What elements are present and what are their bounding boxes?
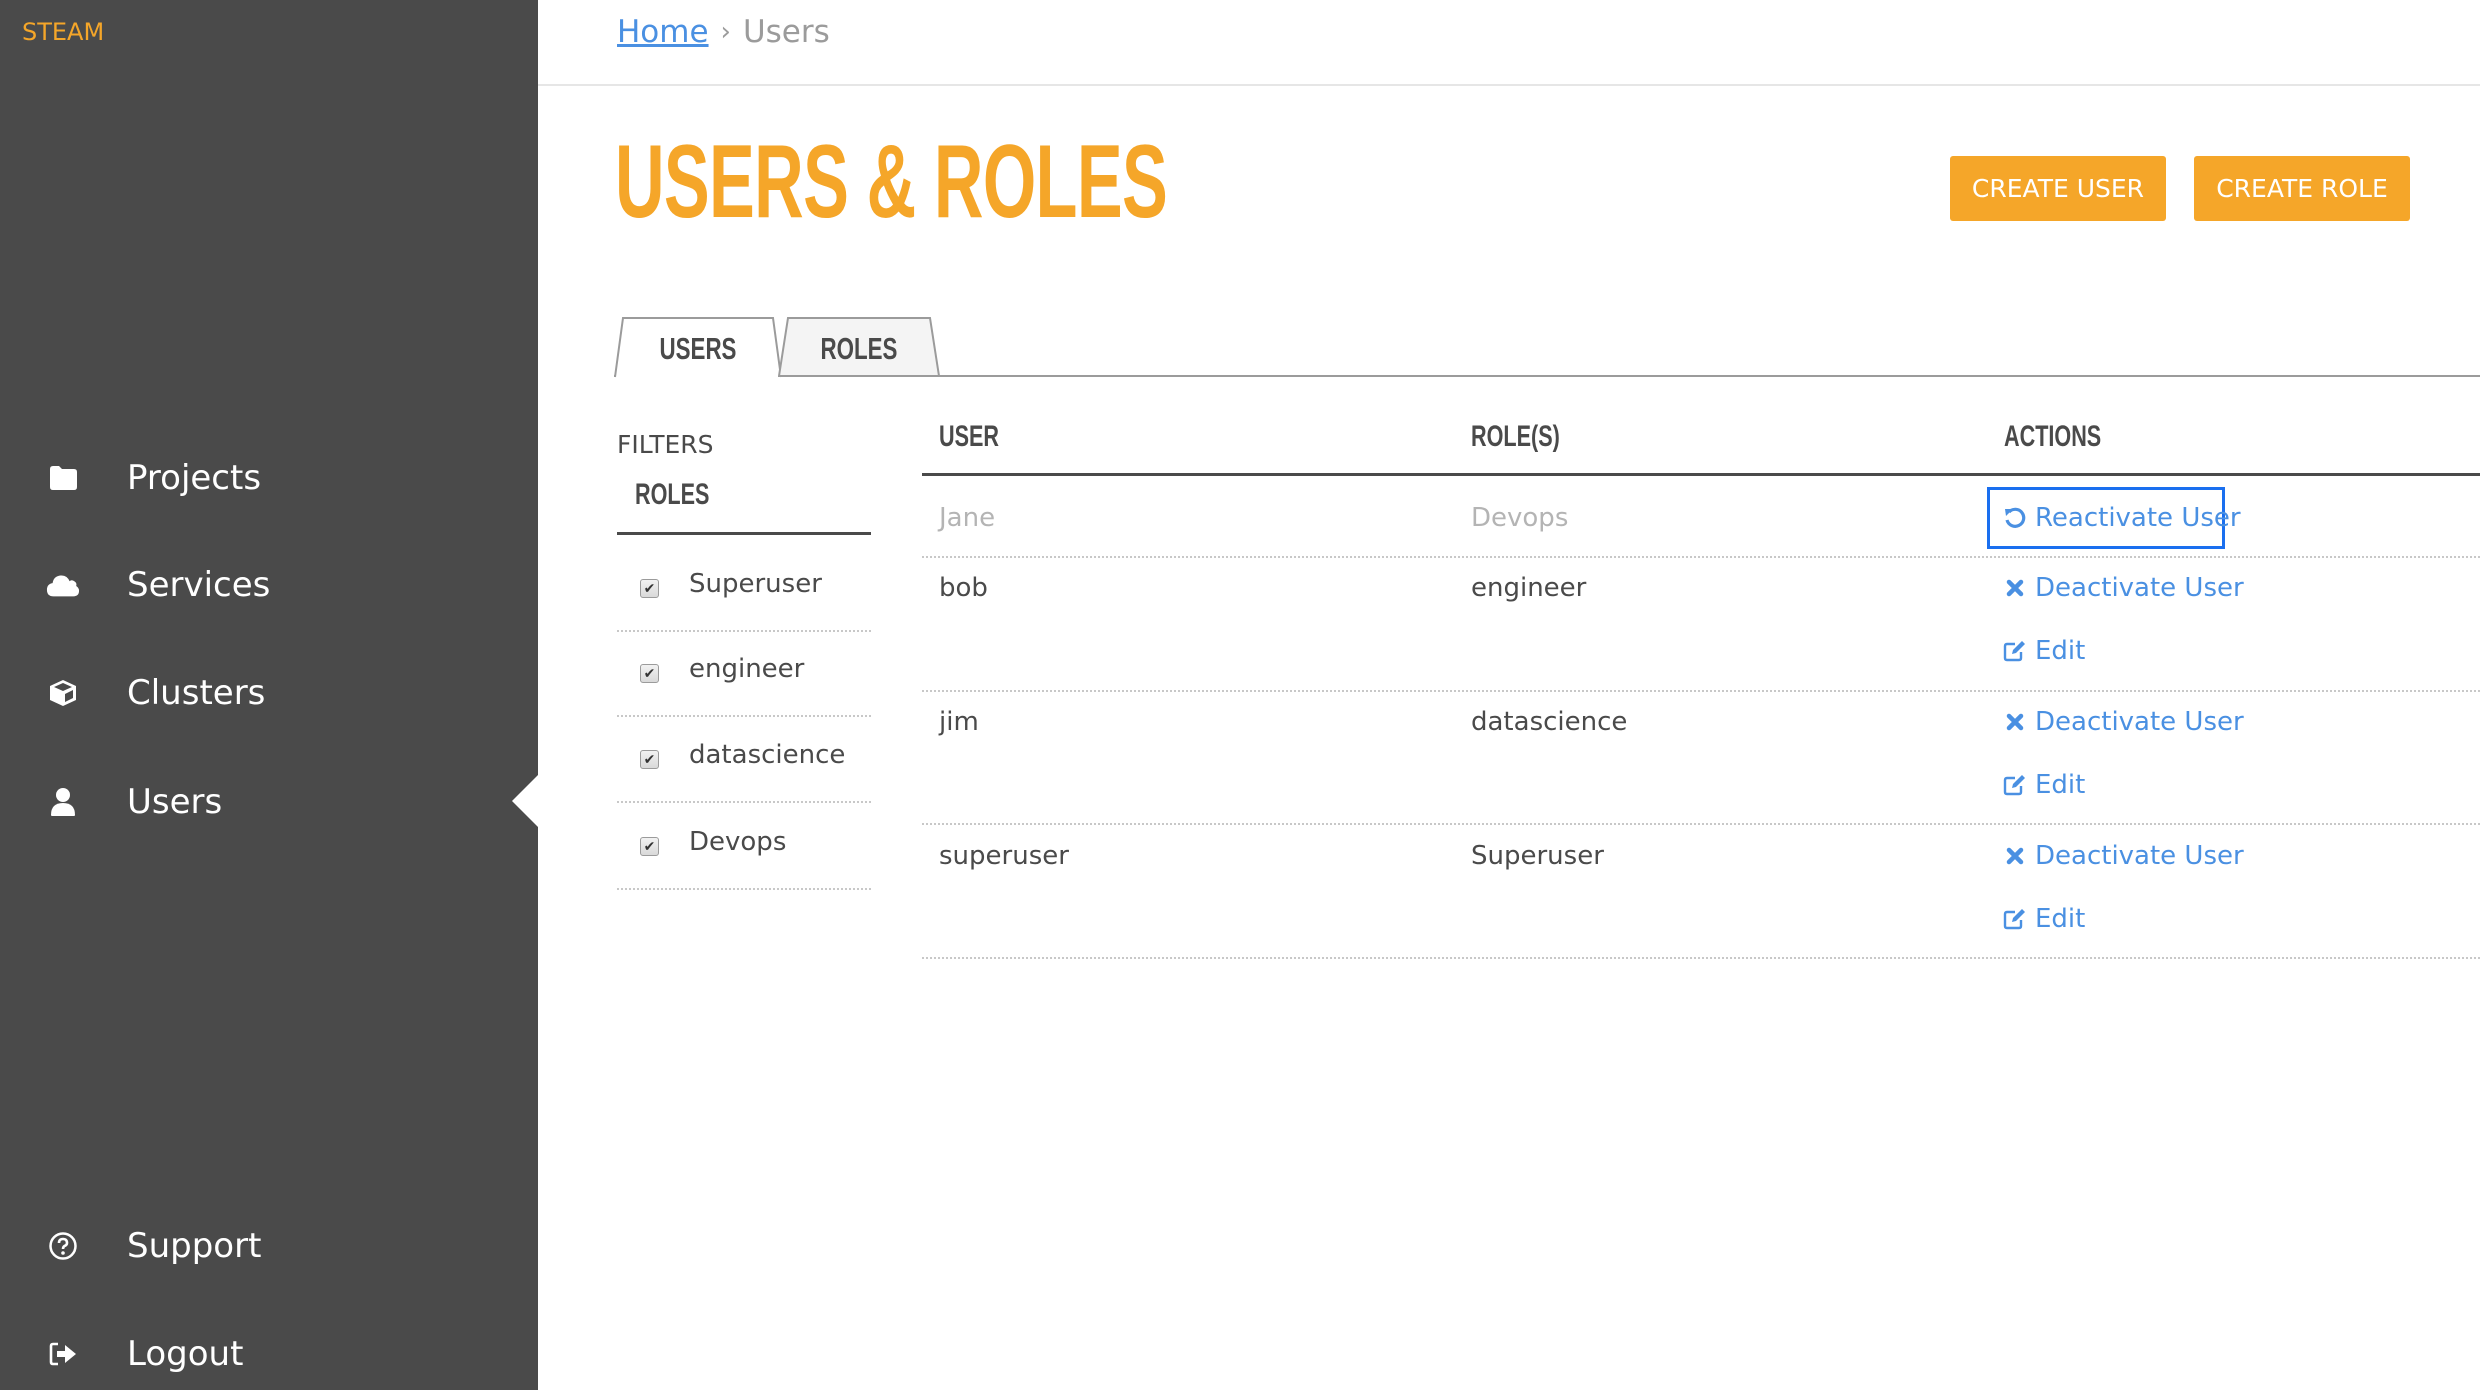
checkbox-checked[interactable]: ✔ (640, 579, 659, 598)
create-user-button[interactable]: CREATE USER (1950, 156, 2166, 221)
action-label: Deactivate User (2035, 573, 2244, 603)
edit-icon (2003, 907, 2027, 931)
user-role: engineer (1471, 573, 1587, 603)
filter-role-devops[interactable]: ✔ Devops (617, 805, 871, 890)
divider (617, 532, 871, 535)
edit-user-link[interactable]: Edit (2003, 770, 2085, 800)
deactivate-user-link[interactable]: Deactivate User (2003, 573, 2244, 603)
edit-user-link[interactable]: Edit (2003, 904, 2085, 934)
checkbox-checked[interactable]: ✔ (640, 750, 659, 769)
user-role: datascience (1471, 707, 1628, 737)
breadcrumb-home-link[interactable]: Home (617, 14, 709, 50)
tab-label: USERS (659, 331, 737, 366)
question-circle-icon (46, 1229, 80, 1263)
filter-label: Superuser (689, 569, 822, 599)
undo-icon (2003, 506, 2027, 530)
top-bar: Home › Users (538, 0, 2480, 86)
sidebar-item-projects[interactable]: Projects (0, 443, 538, 513)
column-header-user: USER (939, 420, 1000, 453)
action-label: Deactivate User (2035, 707, 2244, 737)
sidebar-item-support[interactable]: Support (0, 1211, 538, 1281)
action-label: Reactivate User (2035, 503, 2241, 533)
divider (617, 801, 871, 803)
filters-title: FILTERS (617, 430, 714, 459)
active-item-indicator (512, 775, 538, 827)
checkbox-checked[interactable]: ✔ (640, 837, 659, 856)
filter-label: engineer (689, 654, 805, 684)
action-label: Edit (2035, 904, 2086, 934)
table-header-divider (922, 473, 2480, 476)
cube-icon (46, 676, 80, 710)
sidebar-item-services[interactable]: Services (0, 550, 538, 620)
action-label: Deactivate User (2035, 841, 2244, 871)
breadcrumb-current: Users (742, 14, 830, 50)
user-name: Jane (939, 503, 996, 533)
filter-label: Devops (689, 827, 787, 857)
divider (617, 715, 871, 717)
user-name: bob (939, 573, 988, 603)
row-divider (922, 823, 2480, 825)
sidebar-item-logout[interactable]: Logout (0, 1319, 538, 1389)
column-header-roles: ROLE(S) (1471, 420, 1560, 453)
reactivate-user-link[interactable]: Reactivate User (2003, 503, 2241, 533)
edit-user-link[interactable]: Edit (2003, 636, 2085, 666)
user-icon (46, 785, 80, 819)
sidebar-item-label: Projects (127, 458, 262, 498)
edit-icon (2003, 639, 2027, 663)
row-divider (922, 556, 2480, 558)
divider (617, 888, 871, 890)
user-name: jim (939, 707, 979, 737)
filters-roles-heading: ROLES (635, 478, 710, 511)
close-icon (2003, 844, 2027, 868)
tab-roles[interactable]: ROLES (778, 316, 940, 377)
action-label: Edit (2035, 770, 2086, 800)
user-role: Devops (1471, 503, 1569, 533)
chevron-right-icon: › (720, 17, 731, 47)
row-divider (922, 957, 2480, 959)
user-name: superuser (939, 841, 1069, 871)
breadcrumb: Home › Users (617, 14, 830, 50)
sidebar-item-users[interactable]: Users (0, 767, 538, 837)
close-icon (2003, 710, 2027, 734)
close-icon (2003, 576, 2027, 600)
column-header-actions: ACTIONS (2004, 420, 2102, 453)
sidebar-item-label: Clusters (127, 673, 266, 713)
sidebar-item-label: Logout (127, 1334, 244, 1374)
create-role-button[interactable]: CREATE ROLE (2194, 156, 2410, 221)
cloud-icon (46, 568, 80, 602)
folder-icon (46, 461, 80, 495)
filter-role-datascience[interactable]: ✔ datascience (617, 718, 871, 803)
sidebar-item-clusters[interactable]: Clusters (0, 658, 538, 728)
filter-label: datascience (689, 740, 846, 770)
tab-label: ROLES (820, 331, 898, 366)
deactivate-user-link[interactable]: Deactivate User (2003, 707, 2244, 737)
edit-icon (2003, 773, 2027, 797)
row-divider (922, 690, 2480, 692)
sign-out-icon (46, 1337, 80, 1371)
user-role: Superuser (1471, 841, 1604, 871)
brand-logo[interactable]: STEAM (22, 18, 104, 46)
sidebar: STEAM Projects Services Clusters Users S… (0, 0, 538, 1390)
deactivate-user-link[interactable]: Deactivate User (2003, 841, 2244, 871)
filter-role-engineer[interactable]: ✔ engineer (617, 632, 871, 717)
sidebar-item-label: Services (127, 565, 271, 605)
tab-users[interactable]: USERS (614, 316, 782, 378)
action-label: Edit (2035, 636, 2086, 666)
checkbox-checked[interactable]: ✔ (640, 664, 659, 683)
filter-role-superuser[interactable]: ✔ Superuser (617, 547, 871, 632)
sidebar-item-label: Users (127, 782, 223, 822)
sidebar-item-label: Support (127, 1226, 262, 1266)
page-title: USERS & ROLES (615, 124, 1168, 240)
